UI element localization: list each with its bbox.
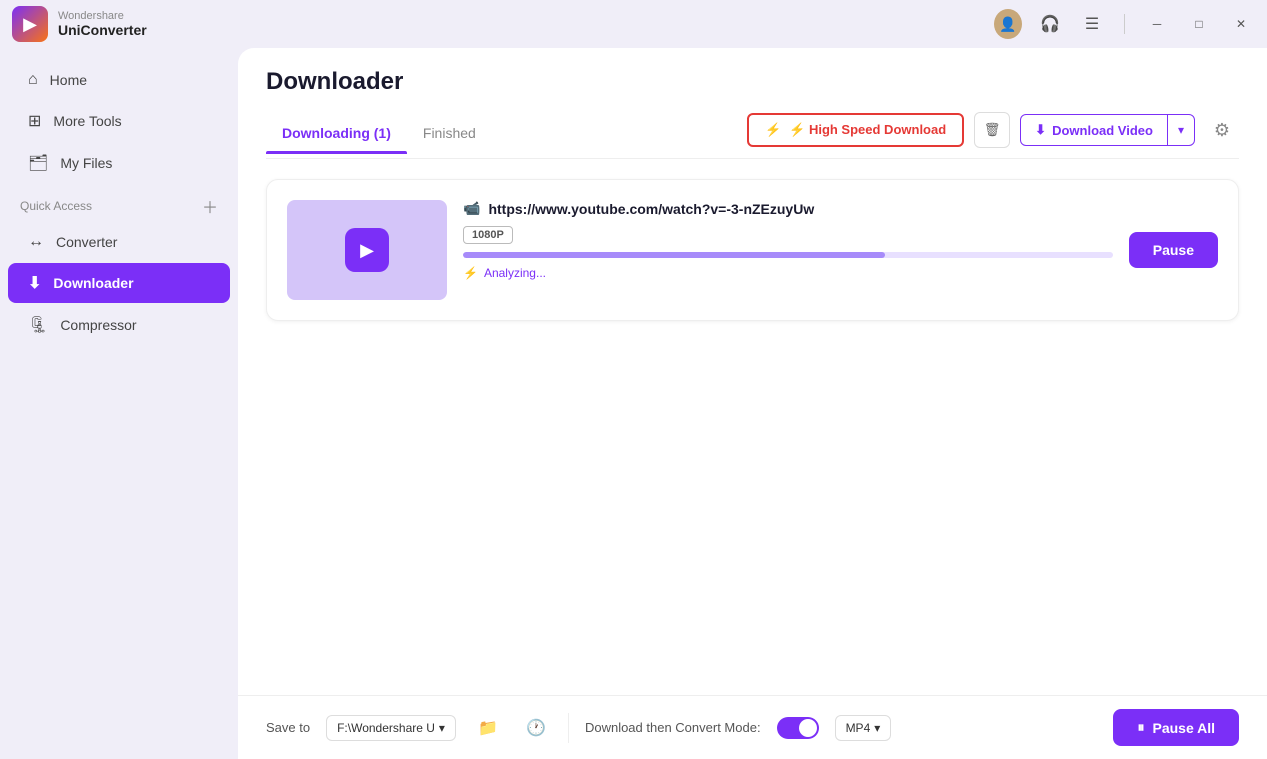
format-select[interactable]: MP4 ▾: [835, 715, 892, 741]
high-speed-download-button[interactable]: ⚡ ⚡ High Speed Download: [747, 113, 964, 147]
history-button[interactable]: 🕐: [520, 712, 552, 744]
content-body: ▶ 📹 https://www.youtube.com/watch?v=-3-n…: [238, 159, 1267, 695]
save-path-select[interactable]: F:\Wondershare U ▾: [326, 715, 456, 741]
converter-icon: ↔: [28, 233, 44, 251]
app-company: Wondershare: [58, 10, 147, 22]
sidebar-item-home[interactable]: ⌂ Home: [8, 61, 230, 99]
download-url: https://www.youtube.com/watch?v=-3-nZEzu…: [488, 201, 814, 217]
menu-icon[interactable]: ☰: [1078, 10, 1106, 38]
compressor-icon: 🗜: [28, 315, 48, 335]
content-header: Downloader Downloading (1) Finished ⚡ ⚡ …: [238, 48, 1267, 159]
content-area: Downloader Downloading (1) Finished ⚡ ⚡ …: [238, 48, 1267, 759]
files-icon: 🗂: [28, 153, 48, 173]
avatar-icon[interactable]: 👤: [994, 10, 1022, 38]
analyzing-lightning-icon: ⚡: [463, 266, 478, 280]
delete-button[interactable]: 🗑: [974, 112, 1010, 148]
download-video-button-group: ⬇ Download Video ▾: [1020, 114, 1195, 146]
download-url-row: 📹 https://www.youtube.com/watch?v=-3-nZE…: [463, 200, 1113, 217]
titlebar-controls: 👤 🎧 ☰ ─ □ ✕: [994, 10, 1255, 38]
lightning-icon: ⚡: [765, 122, 781, 138]
home-icon: ⌂: [28, 71, 38, 89]
trash-icon: 🗑: [984, 122, 1001, 138]
progress-bar-fill: [463, 252, 885, 258]
sidebar-label-more-tools: More Tools: [53, 113, 121, 129]
save-to-label: Save to: [266, 720, 310, 735]
download-thumbnail: ▶: [287, 200, 447, 300]
quality-badge: 1080P: [463, 226, 513, 244]
sidebar-label-home: Home: [50, 72, 87, 88]
format-text: MP4: [846, 721, 871, 735]
settings-button[interactable]: ⚙: [1205, 113, 1239, 147]
close-button[interactable]: ✕: [1227, 10, 1255, 38]
quick-access-label: Quick Access: [20, 199, 92, 213]
play-icon: ▶: [345, 228, 389, 272]
sidebar-label-converter: Converter: [56, 234, 117, 250]
tabs-right: ⚡ ⚡ High Speed Download 🗑 ⬇ Download Vid…: [747, 112, 1239, 158]
analyzing-text: Analyzing...: [484, 266, 546, 280]
user-avatar[interactable]: 👤: [994, 9, 1022, 39]
tabs-row: Downloading (1) Finished ⚡ ⚡ High Speed …: [266, 112, 1239, 159]
sidebar-label-my-files: My Files: [60, 155, 112, 171]
app-logo: ▶: [12, 6, 48, 42]
tab-downloading[interactable]: Downloading (1): [266, 117, 407, 153]
minimize-button[interactable]: ─: [1143, 10, 1171, 38]
convert-mode-toggle[interactable]: [777, 717, 819, 739]
quick-access-header: Quick Access ＋: [0, 184, 238, 222]
more-tools-icon: ⊞: [28, 111, 41, 131]
titlebar-divider: [1124, 14, 1125, 34]
progress-bar-container: [463, 252, 1113, 258]
download-item: ▶ 📹 https://www.youtube.com/watch?v=-3-n…: [266, 179, 1239, 321]
save-path-text: F:\Wondershare U: [337, 721, 435, 735]
main-layout: ⌂ Home ⊞ More Tools 🗂 My Files Quick Acc…: [0, 48, 1267, 759]
sidebar-item-more-tools[interactable]: ⊞ More Tools: [8, 101, 230, 141]
sidebar: ⌂ Home ⊞ More Tools 🗂 My Files Quick Acc…: [0, 48, 238, 759]
download-video-main-button[interactable]: ⬇ Download Video: [1021, 115, 1168, 145]
video-icon: 📹: [463, 200, 480, 217]
download-arrow-icon: ⬇: [1035, 122, 1046, 138]
folder-button[interactable]: 📁: [472, 712, 504, 744]
pause-all-icon: ⏸: [1137, 719, 1144, 736]
pause-button[interactable]: Pause: [1129, 232, 1218, 268]
app-branding: ▶ Wondershare UniConverter: [12, 6, 147, 42]
titlebar: ▶ Wondershare UniConverter 👤 🎧 ☰ ─ □ ✕: [0, 0, 1267, 48]
downloader-icon: ⬇: [28, 273, 41, 293]
tabs-left: Downloading (1) Finished: [266, 117, 492, 153]
maximize-button[interactable]: □: [1185, 10, 1213, 38]
download-video-dropdown-button[interactable]: ▾: [1168, 116, 1194, 144]
sidebar-item-converter[interactable]: ↔ Converter: [8, 223, 230, 261]
bottom-divider: [568, 713, 569, 743]
sidebar-item-downloader[interactable]: ⬇ Downloader: [8, 263, 230, 303]
chevron-down-icon: ▾: [439, 721, 445, 735]
download-info: 📹 https://www.youtube.com/watch?v=-3-nZE…: [463, 200, 1113, 280]
bottom-bar: Save to F:\Wondershare U ▾ 📁 🕐 Download …: [238, 695, 1267, 759]
sidebar-item-compressor[interactable]: 🗜 Compressor: [8, 305, 230, 345]
page-title: Downloader: [266, 68, 1239, 96]
app-product: UniConverter: [58, 22, 147, 38]
tab-finished[interactable]: Finished: [407, 117, 492, 153]
sidebar-item-my-files[interactable]: 🗂 My Files: [8, 143, 230, 183]
sidebar-label-downloader: Downloader: [53, 275, 133, 291]
pause-all-button[interactable]: ⏸ Pause All: [1113, 709, 1239, 746]
quick-access-add-button[interactable]: ＋: [202, 194, 218, 218]
sidebar-label-compressor: Compressor: [60, 317, 136, 333]
app-name-block: Wondershare UniConverter: [58, 10, 147, 38]
analyzing-status: ⚡ Analyzing...: [463, 266, 1113, 280]
quality-badge-row: 1080P: [463, 225, 1113, 244]
format-chevron-icon: ▾: [874, 721, 880, 735]
headset-icon[interactable]: 🎧: [1036, 10, 1064, 38]
convert-mode-label: Download then Convert Mode:: [585, 720, 761, 735]
toggle-knob: [799, 719, 817, 737]
